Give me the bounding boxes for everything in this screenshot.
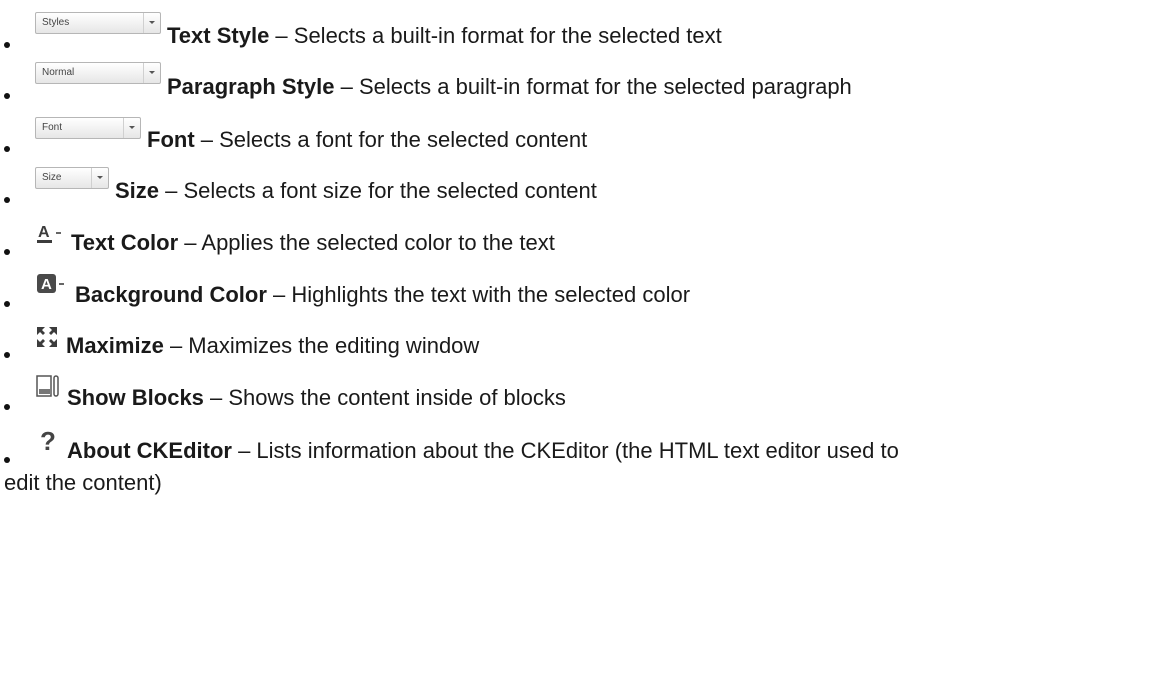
- chevron-down-icon: [123, 118, 140, 138]
- bullet: [4, 197, 10, 203]
- item-description: – Applies the selected color to the text: [178, 230, 555, 255]
- bullet: [4, 301, 10, 307]
- chevron-down-icon: [143, 63, 160, 83]
- size-dropdown[interactable]: Size: [35, 167, 109, 189]
- bullet: [4, 249, 10, 255]
- about-icon[interactable]: ?: [35, 426, 61, 456]
- show-blocks-icon[interactable]: [35, 373, 61, 401]
- item-name: Text Style: [167, 23, 270, 48]
- background-color-glyph: A: [41, 276, 52, 293]
- bullet: [4, 404, 10, 410]
- text-color-icon[interactable]: A: [35, 221, 65, 247]
- bullet: [4, 457, 10, 463]
- styles-dropdown-label: Styles: [42, 17, 70, 28]
- item-name: Text Color: [71, 230, 179, 255]
- item-name: Show Blocks: [67, 385, 204, 410]
- font-dropdown-label: Font: [42, 122, 63, 133]
- item-name: Font: [147, 127, 195, 152]
- item-description: – Shows the content inside of blocks: [203, 385, 566, 410]
- item-description: – Selects a built-in format for the sele…: [334, 74, 852, 99]
- chevron-down-icon: [91, 168, 108, 188]
- styles-dropdown[interactable]: Styles: [35, 12, 161, 34]
- background-color-icon[interactable]: A: [35, 271, 67, 299]
- item-description: – Highlights the text with the selected …: [266, 282, 691, 307]
- maximize-icon[interactable]: [35, 324, 59, 350]
- bullet: [4, 352, 10, 358]
- item-description: – Selects a font size for the selected c…: [159, 178, 597, 203]
- item-name: Maximize: [66, 333, 164, 358]
- item-description: – Selects a built-in format for the sele…: [269, 23, 722, 48]
- item-name: Background Color: [75, 282, 267, 307]
- bullet: [4, 93, 10, 99]
- item-description: – Lists information about the CKEditor (…: [231, 438, 899, 463]
- bullet: [4, 42, 10, 48]
- font-dropdown[interactable]: Font: [35, 117, 141, 139]
- text-color-glyph: A: [38, 224, 50, 241]
- chevron-down-icon: [143, 13, 160, 33]
- paragraph-format-dropdown-label: Normal: [42, 67, 75, 78]
- size-dropdown-label: Size: [42, 172, 62, 183]
- item-name: About CKEditor: [67, 438, 232, 463]
- item-description: – Selects a font for the selected conten…: [194, 127, 588, 152]
- bullet: [4, 146, 10, 152]
- item-description: – Maximizes the editing window: [163, 333, 480, 358]
- item-description-continued: edit the content): [4, 470, 162, 495]
- item-name: Paragraph Style: [167, 74, 335, 99]
- about-glyph: ?: [40, 428, 56, 456]
- paragraph-format-dropdown[interactable]: Normal: [35, 62, 161, 84]
- item-name: Size: [115, 178, 160, 203]
